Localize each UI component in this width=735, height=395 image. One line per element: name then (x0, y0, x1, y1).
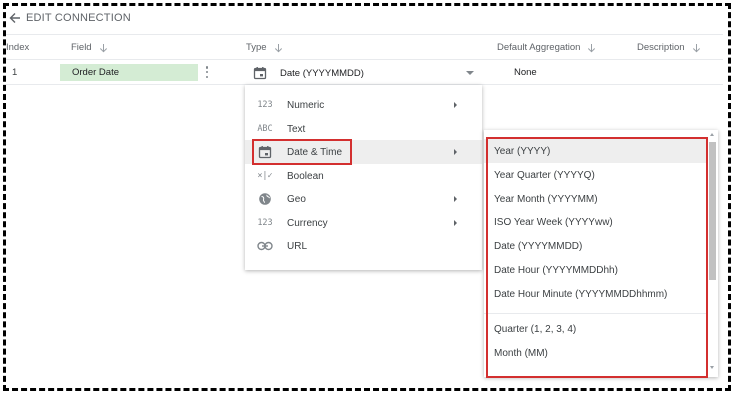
submenu-arrow-icon (454, 149, 457, 155)
currency-icon: 123 (257, 218, 273, 228)
column-header-label: Index (6, 42, 30, 53)
submenu-arrow-icon (454, 102, 457, 108)
globe-icon (257, 192, 273, 206)
page-title: EDIT CONNECTION (26, 12, 131, 24)
column-header-label: Default Aggregation (497, 42, 581, 53)
calendar-icon (253, 67, 267, 80)
highlight-box-date-time (252, 139, 352, 165)
menu-item-url[interactable]: URL (245, 234, 482, 258)
field-name-chip[interactable]: Order Date (60, 64, 198, 81)
scroll-down-icon[interactable] (710, 366, 714, 369)
type-select[interactable]: Date (YYYYMMDD) (253, 64, 474, 82)
column-header-type[interactable]: Type (246, 42, 283, 53)
scroll-up-icon[interactable] (710, 133, 714, 136)
column-header-description[interactable]: Description (637, 42, 701, 53)
arrow-left-icon[interactable] (8, 11, 22, 25)
dropdown-arrow-icon[interactable] (466, 71, 474, 75)
table-header: Index Field Type Default Aggregation Des… (6, 34, 723, 60)
column-header-label: Field (71, 42, 92, 53)
type-menu: 123 Numeric ABC Text Date & Time ×|✓ Boo… (245, 85, 482, 270)
menu-item-label: Numeric (287, 99, 325, 111)
type-value: Date (YYYYMMDD) (280, 67, 364, 79)
numeric-icon: 123 (257, 100, 273, 110)
scrollbar-thumb[interactable] (709, 142, 716, 280)
row-index: 1 (12, 67, 18, 78)
menu-item-label: URL (287, 240, 308, 252)
menu-item-label: Geo (287, 193, 306, 205)
scrollbar[interactable] (707, 130, 718, 377)
sort-arrow-icon[interactable] (274, 43, 283, 53)
menu-item-boolean[interactable]: ×|✓ Boolean (245, 164, 482, 188)
submenu-arrow-icon (454, 220, 457, 226)
menu-item-currency[interactable]: 123 Currency (245, 211, 482, 235)
column-header-label: Type (246, 42, 267, 53)
sort-arrow-icon[interactable] (99, 43, 108, 53)
column-header-default-aggregation[interactable]: Default Aggregation (497, 42, 596, 53)
column-header-label: Description (637, 42, 685, 53)
text-icon: ABC (257, 124, 273, 134)
column-header-index: Index (6, 42, 29, 53)
sort-arrow-icon[interactable] (692, 43, 701, 53)
link-icon (257, 239, 273, 253)
menu-item-numeric[interactable]: 123 Numeric (245, 93, 482, 117)
menu-item-label: Boolean (287, 170, 324, 182)
submenu-arrow-icon (454, 196, 457, 202)
menu-item-label: Text (287, 123, 306, 135)
menu-item-label: Currency (287, 217, 328, 229)
table-row: 1 Order Date Date (YYYYMMDD) None (6, 61, 723, 85)
highlight-box-date-formats (486, 137, 708, 378)
more-vert-icon[interactable] (204, 65, 210, 79)
column-header-field[interactable]: Field (71, 42, 108, 53)
topbar: EDIT CONNECTION (8, 10, 131, 26)
aggregation-value[interactable]: None (514, 67, 537, 78)
sort-arrow-icon[interactable] (587, 43, 596, 53)
boolean-icon: ×|✓ (257, 171, 273, 181)
menu-item-geo[interactable]: Geo (245, 187, 482, 211)
menu-item-text[interactable]: ABC Text (245, 117, 482, 141)
